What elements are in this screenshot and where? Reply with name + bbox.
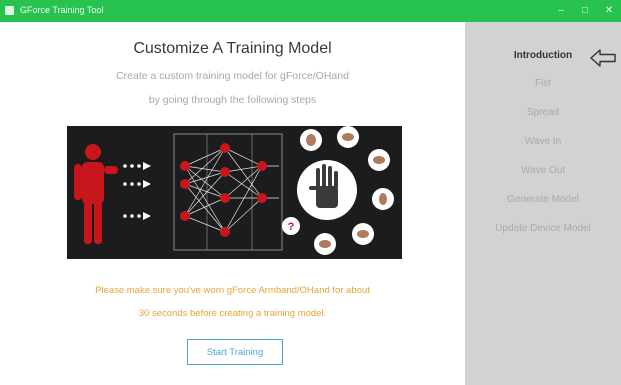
start-training-button[interactable]: Start Training bbox=[187, 339, 283, 365]
step-update-device-model[interactable]: Update Device Model bbox=[465, 223, 621, 234]
close-button[interactable]: ✕ bbox=[597, 3, 621, 19]
step-wave-in[interactable]: Wave In bbox=[465, 136, 621, 147]
robot-hand-icon bbox=[297, 160, 357, 220]
maximize-button[interactable]: □ bbox=[573, 3, 597, 19]
signal-arrows bbox=[123, 162, 151, 220]
main-panel: Customize A Training Model Create a cust… bbox=[0, 22, 465, 385]
step-generate-model[interactable]: Generate Model bbox=[465, 194, 621, 205]
notice-line-2: 30 seconds before creating a training mo… bbox=[138, 308, 327, 319]
app-icon bbox=[5, 6, 14, 15]
step-fist[interactable]: Fist bbox=[465, 78, 621, 89]
minimize-button[interactable]: – bbox=[549, 3, 573, 19]
title-bar: GForce Training Tool – □ ✕ bbox=[0, 0, 621, 22]
step-wave-out[interactable]: Wave Out bbox=[465, 165, 621, 176]
subtitle-line-2: by going through the following steps bbox=[148, 94, 317, 106]
page-title: Customize A Training Model bbox=[133, 40, 332, 57]
notice-line-1: Please make sure you've worn gForce Armb… bbox=[95, 285, 370, 296]
training-illustration: ? bbox=[67, 126, 402, 259]
steps-sidebar: Introduction Fist Spread Wave In Wave Ou… bbox=[465, 22, 621, 385]
window-title: GForce Training Tool bbox=[20, 5, 104, 15]
neural-network-icon bbox=[173, 133, 283, 251]
subtitle-line-1: Create a custom training model for gForc… bbox=[116, 70, 349, 82]
question-mark: ? bbox=[288, 221, 295, 233]
step-spread[interactable]: Spread bbox=[465, 107, 621, 118]
person-icon bbox=[74, 144, 118, 244]
back-arrow-icon[interactable] bbox=[589, 48, 617, 68]
